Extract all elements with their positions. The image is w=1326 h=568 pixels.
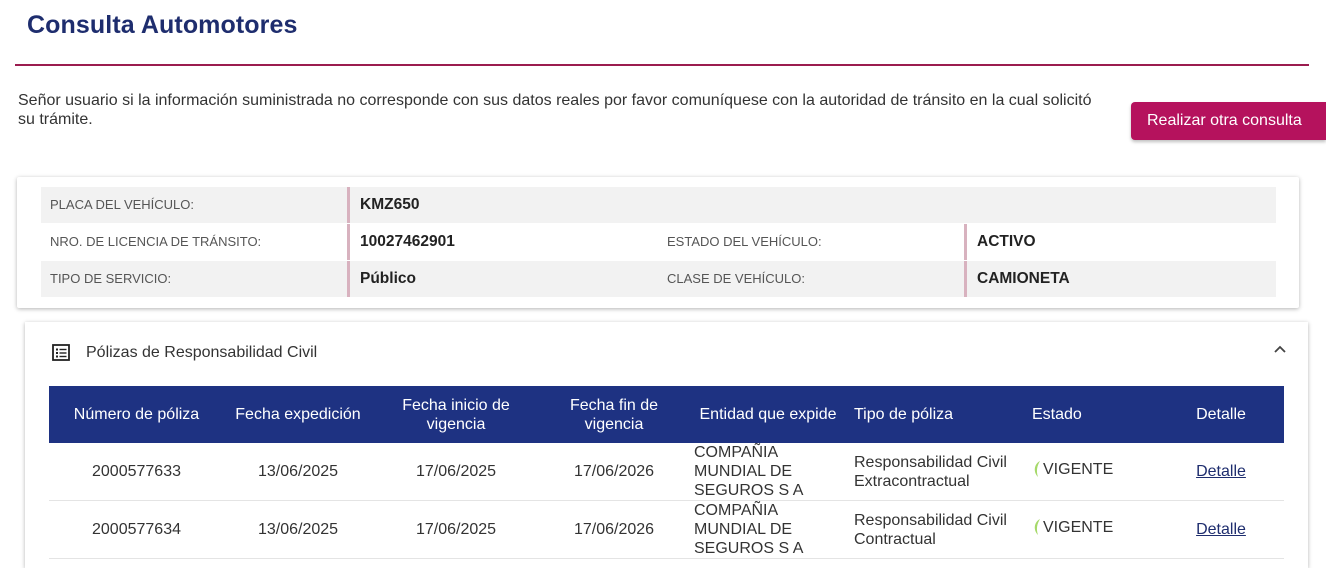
policy-issuer: COMPAÑIA MUNDIAL DE SEGUROS S A [688,443,848,501]
column-header: Fecha fin de vigencia [540,386,688,443]
policy-status: VIGENTE [1026,443,1158,501]
policy-issuer: COMPAÑIA MUNDIAL DE SEGUROS S A [688,500,848,559]
policies-table: Número de póliza Fecha expedición Fecha … [49,386,1284,559]
policies-title: Pólizas de Responsabilidad Civil [86,344,318,361]
policy-issue-date: 13/06/2025 [224,443,372,501]
policy-issue-date: 13/06/2025 [224,500,372,559]
column-header: Tipo de póliza [848,386,1026,443]
list-icon [52,344,70,361]
page-title: Consulta Automotores [27,11,298,39]
policy-start-date: 17/06/2025 [372,443,540,501]
vehicle-row-licencia: NRO. DE LICENCIA DE TRÁNSITO: 1002746290… [41,224,1276,260]
status-leaf-icon [1034,519,1040,536]
clase-value: CAMIONETA [964,261,1070,297]
policy-end-date: 17/06/2026 [540,443,688,501]
clase-label: CLASE DE VEHÍCULO: [667,271,805,286]
table-row: 2000577633 13/06/2025 17/06/2025 17/06/2… [49,443,1284,501]
column-header: Entidad que expide [688,386,848,443]
column-header: Número de póliza [49,386,224,443]
policies-panel-header[interactable]: Pólizas de Responsabilidad Civil [25,322,1308,382]
policy-number: 2000577634 [49,500,224,559]
column-header: Estado [1026,386,1158,443]
new-query-button[interactable]: Realizar otra consulta [1131,102,1326,140]
estado-vehiculo-label: ESTADO DEL VEHÍCULO: [667,234,822,249]
policies-panel: Pólizas de Responsabilidad Civil Número … [25,322,1308,568]
column-header: Fecha inicio de vigencia [372,386,540,443]
title-divider [15,64,1309,66]
column-header: Fecha expedición [224,386,372,443]
policy-status: VIGENTE [1026,500,1158,559]
policy-number: 2000577633 [49,443,224,501]
detail-link[interactable]: Detalle [1196,521,1246,538]
vehicle-info-card: PLACA DEL VEHÍCULO: KMZ650 NRO. DE LICEN… [17,177,1299,308]
status-leaf-icon [1034,461,1040,478]
servicio-label: TIPO DE SERVICIO: [50,271,172,286]
policy-type: Responsabilidad Civil Extracontractual [848,443,1026,501]
notice-text: Señor usuario si la información suminist… [18,92,1092,128]
licencia-label: NRO. DE LICENCIA DE TRÁNSITO: [50,234,262,249]
table-header-row: Número de póliza Fecha expedición Fecha … [49,386,1284,443]
placa-label: PLACA DEL VEHÍCULO: [50,197,195,212]
column-header: Detalle [1158,386,1284,443]
vehicle-row-placa: PLACA DEL VEHÍCULO: KMZ650 [41,187,1276,223]
policy-type: Responsabilidad Civil Contractual [848,500,1026,559]
estado-vehiculo-value: ACTIVO [964,224,1036,260]
chevron-up-icon[interactable] [1273,344,1287,354]
policy-status-text: VIGENTE [1043,460,1114,478]
policy-status-text: VIGENTE [1043,518,1114,536]
placa-value: KMZ650 [347,187,419,223]
policy-end-date: 17/06/2026 [540,500,688,559]
servicio-value: Público [347,261,416,297]
table-row: 2000577634 13/06/2025 17/06/2025 17/06/2… [49,500,1284,559]
vehicle-row-servicio: TIPO DE SERVICIO: Público CLASE DE VEHÍC… [41,261,1276,297]
policy-start-date: 17/06/2025 [372,500,540,559]
detail-link[interactable]: Detalle [1196,463,1246,480]
licencia-value: 10027462901 [347,224,455,260]
